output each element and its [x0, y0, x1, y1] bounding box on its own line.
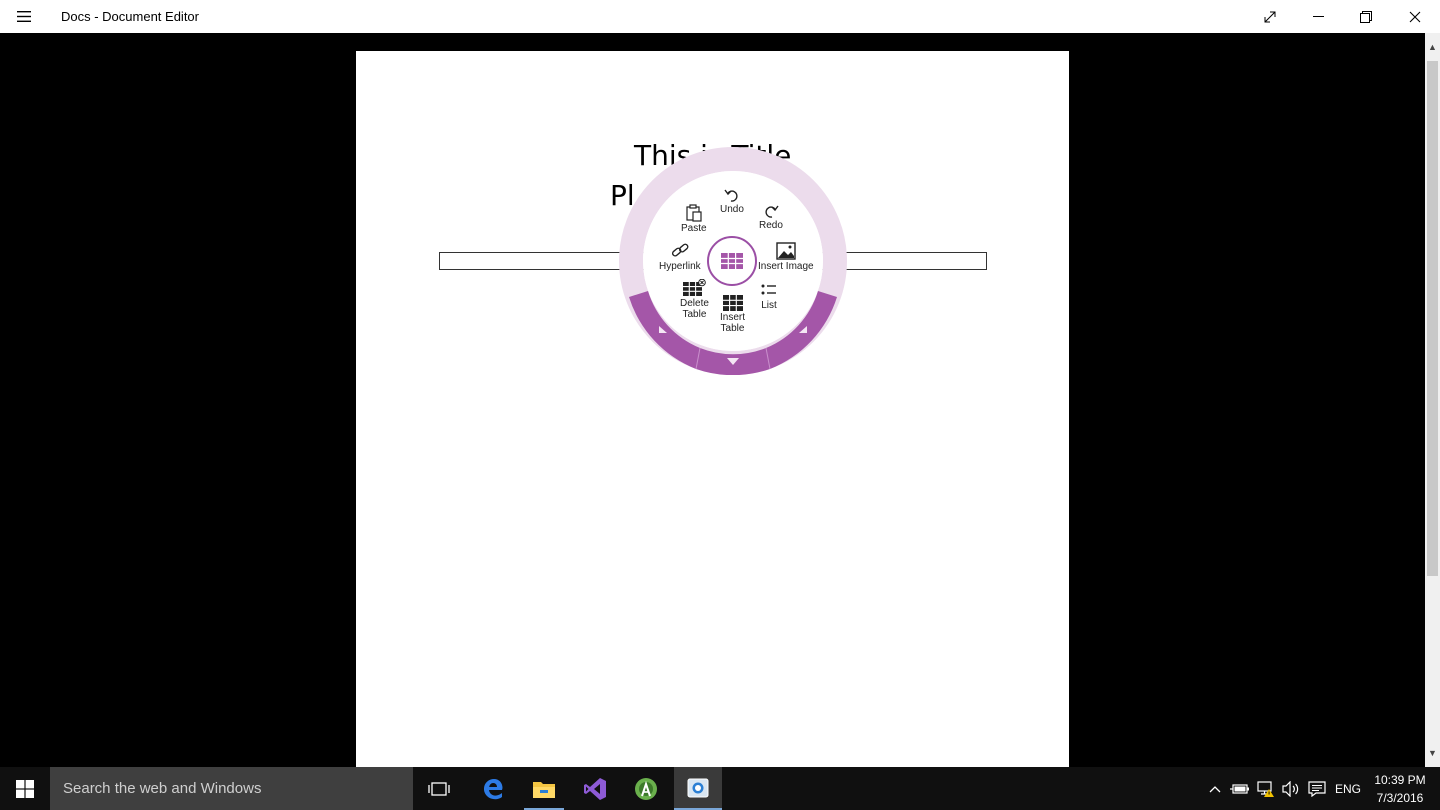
android-studio-button[interactable]	[622, 767, 670, 810]
redo-button[interactable]: Redo	[759, 203, 783, 231]
scroll-thumb[interactable]	[1427, 61, 1438, 576]
radial-center-button[interactable]	[707, 236, 757, 286]
expand-icon	[1264, 11, 1276, 22]
taskbar-clock[interactable]: 10:39 PM 7/3/2016	[1368, 767, 1432, 810]
paste-icon	[686, 204, 702, 222]
task-view-icon	[428, 781, 450, 796]
clock-date: 7/3/2016	[1376, 790, 1424, 805]
insert-table-label-1: Insert	[720, 312, 746, 323]
windows-logo-icon	[16, 779, 34, 798]
restore-icon	[1360, 10, 1372, 23]
redo-icon	[765, 205, 779, 218]
hyperlink-label: Hyperlink	[659, 261, 701, 272]
input-language-indicator[interactable]: ENG	[1333, 767, 1363, 810]
edge-icon	[483, 778, 503, 799]
network-icon[interactable]	[1254, 767, 1278, 810]
image-icon	[776, 242, 796, 260]
docs-app-button[interactable]	[674, 767, 722, 810]
show-hidden-icons-chevron-icon[interactable]	[1203, 767, 1227, 810]
editor-area: This is Title Pl ▲ ▼	[0, 33, 1440, 767]
insert-image-label: Insert Image	[758, 261, 814, 272]
close-icon	[1409, 11, 1421, 22]
undo-button[interactable]: Undo	[720, 187, 744, 215]
search-placeholder: Search the web and Windows	[63, 780, 262, 797]
link-icon	[671, 243, 689, 257]
edge-browser-button[interactable]	[469, 767, 517, 810]
scroll-up-arrow-icon[interactable]: ▲	[1425, 33, 1440, 61]
action-center-icon[interactable]	[1304, 767, 1330, 810]
window-title: Docs - Document Editor	[61, 9, 199, 24]
battery-icon[interactable]	[1228, 767, 1252, 810]
file-explorer-button[interactable]	[520, 767, 568, 810]
taskbar-search-box[interactable]: Search the web and Windows	[50, 767, 413, 810]
task-view-button[interactable]	[415, 767, 463, 810]
list-icon	[761, 284, 776, 295]
table-icon	[721, 253, 743, 269]
visual-studio-icon	[584, 777, 606, 800]
volume-icon[interactable]	[1279, 767, 1303, 810]
scroll-down-arrow-icon[interactable]: ▼	[1425, 739, 1440, 767]
minimize-icon	[1312, 15, 1324, 17]
redo-label: Redo	[759, 220, 783, 231]
insert-table-label-2: Table	[720, 323, 745, 334]
undo-label: Undo	[720, 204, 744, 215]
hamburger-menu-icon[interactable]	[10, 5, 38, 27]
start-button[interactable]	[0, 767, 50, 810]
minimize-button[interactable]	[1295, 0, 1341, 33]
insert-table-icon	[722, 295, 743, 311]
delete-table-label-1: Delete	[680, 298, 709, 309]
android-studio-icon	[635, 777, 657, 800]
paste-button[interactable]: Paste	[681, 204, 707, 234]
taskbar: Search the web and Windows ENG 10:39 PM …	[0, 767, 1440, 810]
close-button[interactable]	[1392, 0, 1438, 33]
delete-table-icon	[683, 279, 707, 296]
restore-button[interactable]	[1343, 0, 1389, 33]
docs-app-icon	[687, 778, 709, 797]
vertical-scrollbar[interactable]: ▲ ▼	[1425, 33, 1440, 767]
insert-table-button[interactable]: Insert Table	[720, 295, 745, 334]
delete-table-button[interactable]: Delete Table	[680, 279, 709, 320]
radial-context-menu: Paste Undo Redo Hyperlink Insert Image D…	[619, 147, 847, 375]
visual-studio-button[interactable]	[571, 767, 619, 810]
fullscreen-button[interactable]	[1247, 0, 1293, 33]
title-bar: Docs - Document Editor	[0, 0, 1440, 33]
list-button[interactable]: List	[761, 283, 777, 311]
list-label: List	[761, 300, 777, 311]
undo-icon	[724, 189, 738, 202]
clock-time: 10:39 PM	[1374, 772, 1426, 787]
hyperlink-button[interactable]: Hyperlink	[659, 242, 701, 272]
folder-icon	[533, 781, 555, 798]
paste-label: Paste	[681, 223, 707, 234]
insert-image-button[interactable]: Insert Image	[758, 242, 814, 272]
delete-table-label-2: Table	[682, 309, 707, 320]
